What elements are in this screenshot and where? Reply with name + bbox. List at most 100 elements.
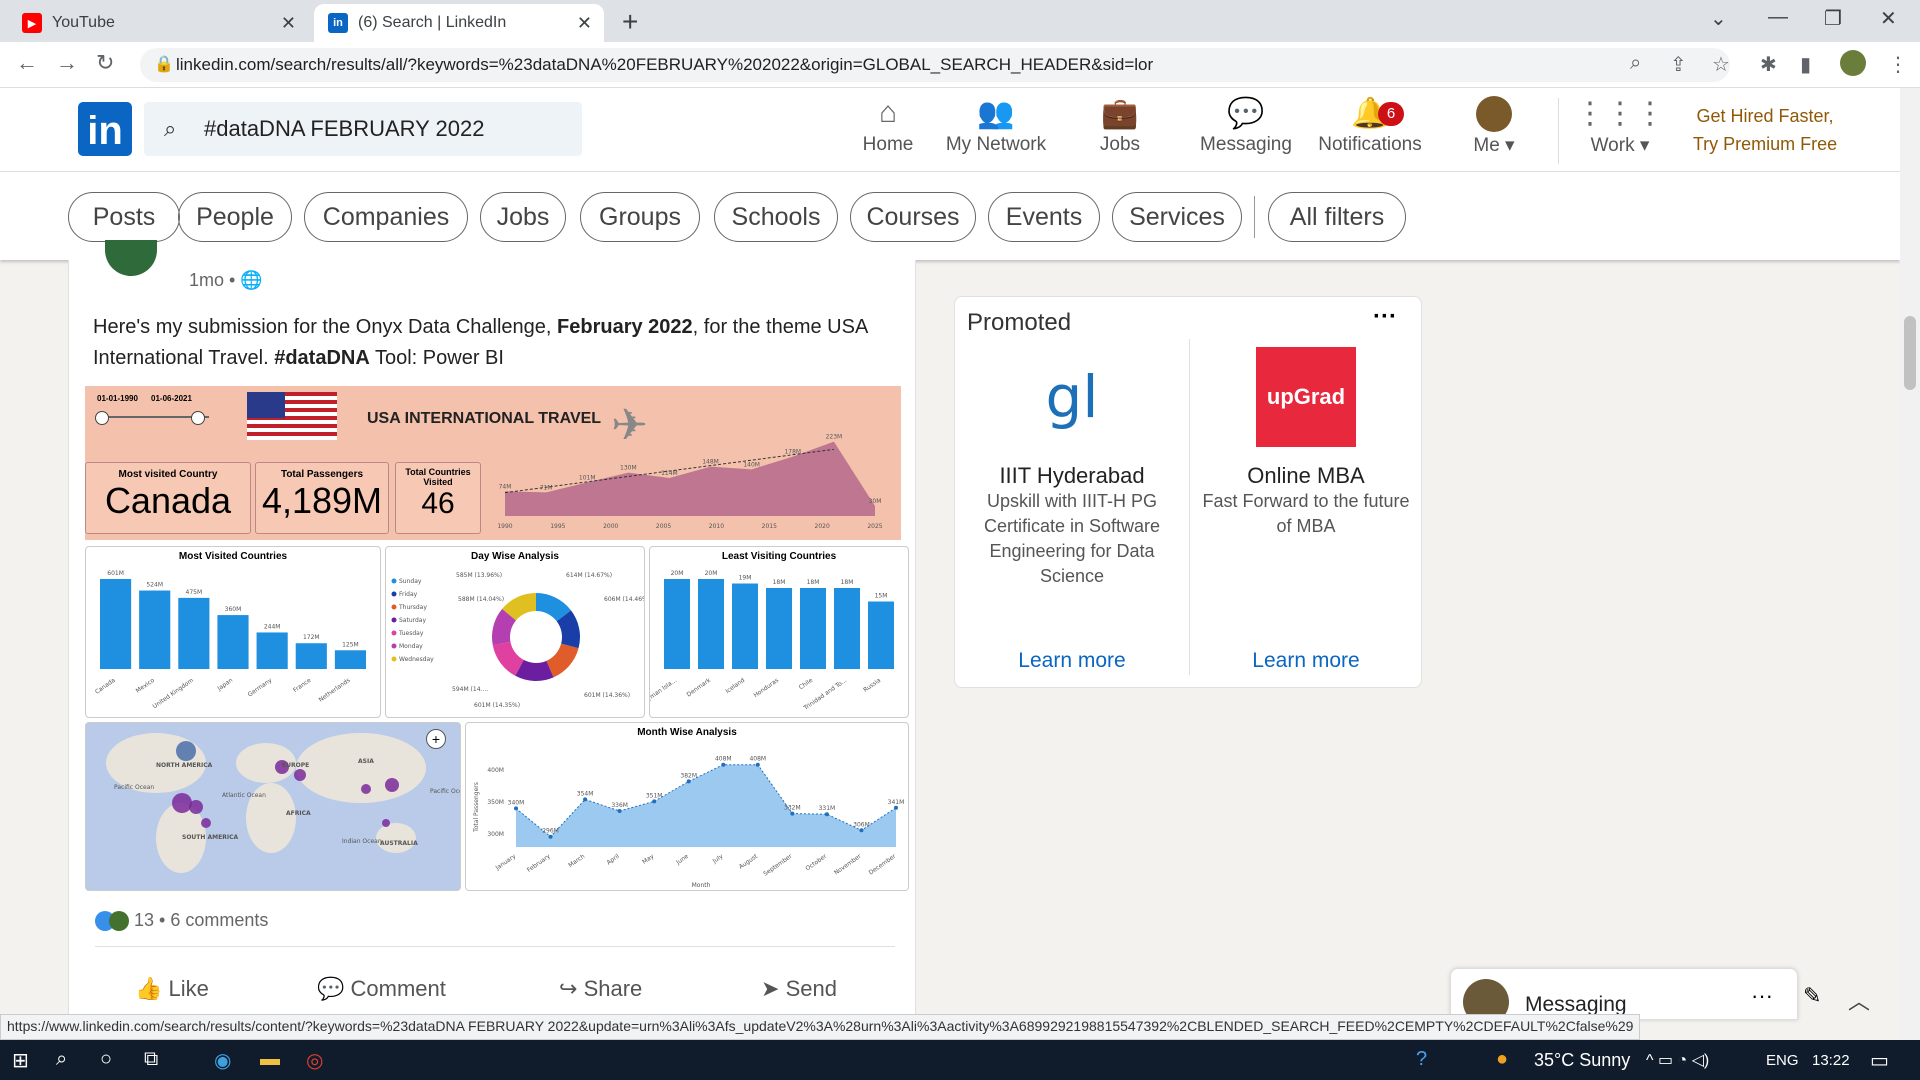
celebrate-icon xyxy=(109,911,129,932)
learn-more-link[interactable]: Learn more xyxy=(1189,649,1423,673)
search-value: #dataDNA FEBRUARY 2022 xyxy=(204,116,485,141)
filter-posts[interactable]: Posts xyxy=(68,192,180,242)
forward-icon[interactable]: → xyxy=(56,50,78,76)
share-button[interactable]: ↪ Share xyxy=(559,976,642,1002)
slider-handle-start[interactable] xyxy=(95,411,109,425)
star-icon[interactable]: ☆ xyxy=(1712,52,1730,77)
map-label: ASIA xyxy=(358,758,374,765)
most-visited-chart[interactable]: 601M Canada 524M Mexico 475M United Kingdom 36… xyxy=(86,563,380,717)
tick-label: Iceland xyxy=(724,677,746,695)
chart-title: Least Visiting Countries xyxy=(721,551,837,562)
filter-courses[interactable]: Courses xyxy=(850,192,976,242)
minimize-button[interactable]: — xyxy=(1768,6,1788,29)
least-visiting-chart[interactable]: 20M Cayman Isla... 20M Denmark 19M Iceland 18M… xyxy=(650,563,908,717)
filter-companies[interactable]: Companies xyxy=(304,192,468,242)
comment-button[interactable]: 💬 Comment xyxy=(317,976,446,1002)
like-button[interactable]: 👍 Like xyxy=(135,976,209,1002)
help-icon[interactable]: ? xyxy=(1416,1048,1427,1071)
sidepanel-icon[interactable]: ▮ xyxy=(1800,52,1811,77)
notification-badge: 6 xyxy=(1378,102,1404,126)
tab-linkedin[interactable]: in (6) Search | LinkedIn ✕ xyxy=(314,4,604,42)
tray-icons[interactable]: ^ ▭ ◔ ◁) xyxy=(1646,1050,1709,1070)
data-label: 585M (13.96%) xyxy=(456,572,502,579)
filter-events[interactable]: Events xyxy=(988,192,1100,242)
divider xyxy=(1254,196,1255,238)
nav-me[interactable]: Me ▾ xyxy=(1434,96,1554,157)
scrollbar[interactable] xyxy=(1900,88,1920,1040)
search-icon[interactable]: ⌕ xyxy=(56,1048,67,1071)
ad-name: Online MBA xyxy=(1247,463,1365,488)
learn-more-link[interactable]: Learn more xyxy=(955,649,1189,673)
close-icon[interactable]: ✕ xyxy=(281,13,296,34)
clock[interactable]: 13:22 xyxy=(1812,1052,1850,1069)
search-input[interactable]: ⌕ #dataDNA FEBRUARY 2022 xyxy=(144,102,582,156)
tick-label: 2015 xyxy=(762,523,777,530)
dashboard-image[interactable]: 01-01-1990 01-06-2021 USA INTERNATIONAL … xyxy=(85,386,909,891)
send-button[interactable]: ➤ Send xyxy=(761,976,837,1002)
tab-search-icon[interactable]: ⌄ xyxy=(1710,6,1727,31)
zoom-in-icon[interactable]: + xyxy=(426,729,446,749)
data-label: 296M xyxy=(542,828,559,835)
hashtag-link[interactable]: #dataDNA xyxy=(274,347,370,369)
ad-upgrad[interactable]: upGrad Online MBA Fast Forward to the fu… xyxy=(1189,337,1423,687)
bar xyxy=(334,650,366,669)
windows-start-icon[interactable]: ⊞ xyxy=(12,1048,29,1073)
filter-all[interactable]: All filters xyxy=(1268,192,1406,242)
tick-label: July xyxy=(711,853,725,866)
world-map[interactable]: NORTH AMERICA EUROPE ASIA AFRICA SOUTH AMERI… xyxy=(85,722,461,891)
nav-my-network[interactable]: 👥 My Network xyxy=(936,96,1056,156)
chevron-up-icon[interactable]: ︿ xyxy=(1848,984,1870,1016)
url-input[interactable]: 🔒 linkedin.com/search/results/all/?keywo… xyxy=(140,48,1730,82)
back-icon[interactable]: ← xyxy=(16,50,38,76)
data-label: 178M xyxy=(784,449,801,456)
day-wise-card: Day Wise Analysis Sunday Friday Thursday Sat… xyxy=(385,546,645,718)
more-options-icon[interactable]: ··· xyxy=(1751,983,1773,1009)
bar xyxy=(868,601,894,669)
yearly-area-chart[interactable]: 74M 71M 101M 130M 114M 148M 140M 178M 223M 30M 199… xyxy=(495,416,895,540)
file-explorer-icon[interactable]: ▬ xyxy=(260,1048,280,1071)
messaging-bar[interactable]: Messaging ··· ✎ xyxy=(1450,968,1821,1025)
zoom-icon[interactable]: ⌕ xyxy=(1630,52,1641,75)
nav-jobs[interactable]: 💼 Jobs xyxy=(1060,96,1180,156)
day-wise-chart[interactable]: Sunday Friday Thursday Saturday Tuesday Monda… xyxy=(386,561,644,717)
menu-icon[interactable]: ⋮ xyxy=(1888,52,1908,77)
ad-iiit[interactable]: gl IIIT Hyderabad Upskill with IIIT-H PG… xyxy=(955,337,1189,687)
month-wise-chart[interactable]: 340M January 296M February 354M March 336M Apri… xyxy=(466,737,908,891)
task-view-icon[interactable]: ⧉ xyxy=(144,1048,158,1071)
cortana-icon[interactable]: ○ xyxy=(100,1048,112,1071)
area-series xyxy=(516,764,896,847)
extensions-icon[interactable]: ✱ xyxy=(1760,52,1777,77)
nav-work[interactable]: ⋮⋮⋮ Work ▾ xyxy=(1560,96,1680,157)
nav-home[interactable]: ⌂ Home xyxy=(828,96,948,156)
thumbs-up-icon: 👍 xyxy=(135,976,163,1001)
profile-avatar[interactable] xyxy=(1840,50,1866,76)
new-tab-button[interactable]: + xyxy=(622,6,638,38)
social-counts[interactable]: 13 • 6 comments xyxy=(95,910,268,932)
filter-groups[interactable]: Groups xyxy=(580,192,700,242)
linkedin-logo[interactable]: in xyxy=(78,102,132,156)
chrome-icon[interactable]: ◎ xyxy=(306,1048,323,1073)
edge-icon[interactable]: ◉ xyxy=(214,1048,231,1073)
nav-notifications[interactable]: 🔔 6 Notifications xyxy=(1310,96,1430,156)
tab-youtube[interactable]: ▶ YouTube ✕ xyxy=(8,4,308,42)
share-icon[interactable]: ⇪ xyxy=(1670,52,1687,77)
close-icon[interactable]: ✕ xyxy=(577,13,592,34)
filter-schools[interactable]: Schools xyxy=(714,192,838,242)
language[interactable]: ENG xyxy=(1766,1052,1799,1069)
more-options-icon[interactable]: ··· xyxy=(1373,303,1397,331)
nav-messaging[interactable]: 💬 Messaging xyxy=(1186,96,1306,156)
author-avatar[interactable] xyxy=(105,240,157,276)
filter-people[interactable]: People xyxy=(178,192,292,242)
filter-jobs[interactable]: Jobs xyxy=(480,192,566,242)
weather-text[interactable]: 35°C Sunny xyxy=(1534,1050,1630,1071)
tick-label: 2020 xyxy=(815,523,830,530)
reload-icon[interactable]: ↻ xyxy=(96,50,114,76)
close-window-button[interactable]: ✕ xyxy=(1880,6,1897,31)
scrollbar-thumb[interactable] xyxy=(1904,316,1916,390)
filter-services[interactable]: Services xyxy=(1112,192,1242,242)
compose-icon[interactable]: ✎ xyxy=(1803,983,1821,1009)
slider-handle-end[interactable] xyxy=(191,411,205,425)
maximize-button[interactable]: ❐ xyxy=(1824,6,1842,31)
premium-link[interactable]: Get Hired Faster, Try Premium Free xyxy=(1680,102,1850,158)
notification-center-icon[interactable]: ▭ xyxy=(1870,1048,1889,1073)
